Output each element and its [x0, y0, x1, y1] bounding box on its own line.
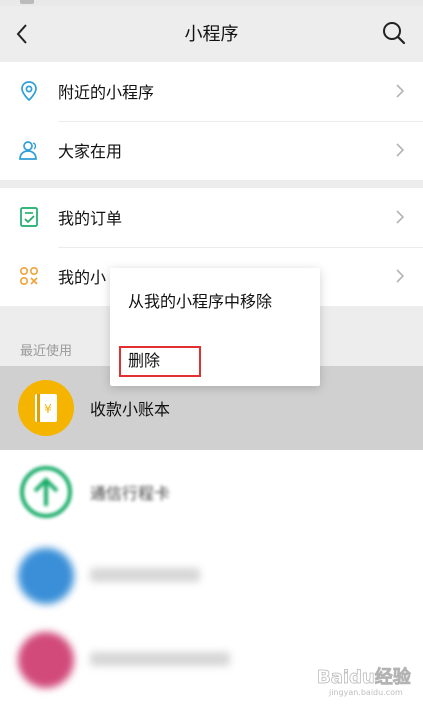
status-indicator: [20, 0, 34, 4]
nearby-mini-programs-row[interactable]: 附近的小程序: [0, 62, 423, 121]
pink-app-icon: [18, 632, 74, 688]
mini-program-grid-icon: [19, 266, 39, 286]
my-mini-programs-label: 我的小: [58, 268, 107, 287]
recent-item-travel-card[interactable]: 通信行程卡: [0, 450, 423, 534]
discover-group: 附近的小程序 大家在用: [0, 62, 423, 180]
svg-text:¥: ¥: [44, 402, 52, 416]
page-title: 小程序: [184, 24, 239, 45]
recent-item-blurred[interactable]: [0, 534, 423, 618]
location-pin-icon: [21, 81, 37, 102]
recent-list: ¥ 收款小账本 通信行程卡: [0, 366, 423, 707]
travel-card-app-icon: [18, 464, 74, 520]
chevron-right-icon: [396, 210, 405, 224]
search-button[interactable]: [381, 20, 407, 46]
popular-row[interactable]: 大家在用: [0, 121, 423, 180]
people-icon: [19, 141, 37, 160]
blurred-label: [90, 652, 230, 666]
highlight-box: [119, 346, 201, 377]
chevron-right-icon: [396, 143, 405, 157]
order-list-icon: [20, 207, 38, 227]
my-orders-label: 我的订单: [58, 209, 123, 228]
nearby-mini-programs-label: 附近的小程序: [58, 83, 155, 102]
popular-label: 大家在用: [58, 142, 123, 161]
search-icon: [383, 22, 406, 45]
my-orders-row[interactable]: 我的订单: [0, 188, 423, 247]
ledger-app-icon: ¥: [18, 380, 74, 436]
navigation-bar: 小程序: [0, 6, 423, 62]
watermark-brand: Baidu经验: [317, 666, 412, 688]
blurred-label: [90, 568, 200, 582]
chevron-right-icon: [396, 269, 405, 283]
remove-from-my-mini-programs-item[interactable]: 从我的小程序中移除: [128, 288, 272, 312]
chevron-right-icon: [396, 84, 405, 98]
recent-item-label: 通信行程卡: [90, 484, 171, 503]
blue-app-icon: [18, 548, 74, 604]
watermark-url: jingyan.baidu.com: [328, 688, 403, 697]
recent-section-label: 最近使用: [20, 344, 73, 359]
watermark: Baidu经验 jingyan.baidu.com: [317, 666, 412, 697]
recent-item-label: 收款小账本: [90, 400, 171, 419]
